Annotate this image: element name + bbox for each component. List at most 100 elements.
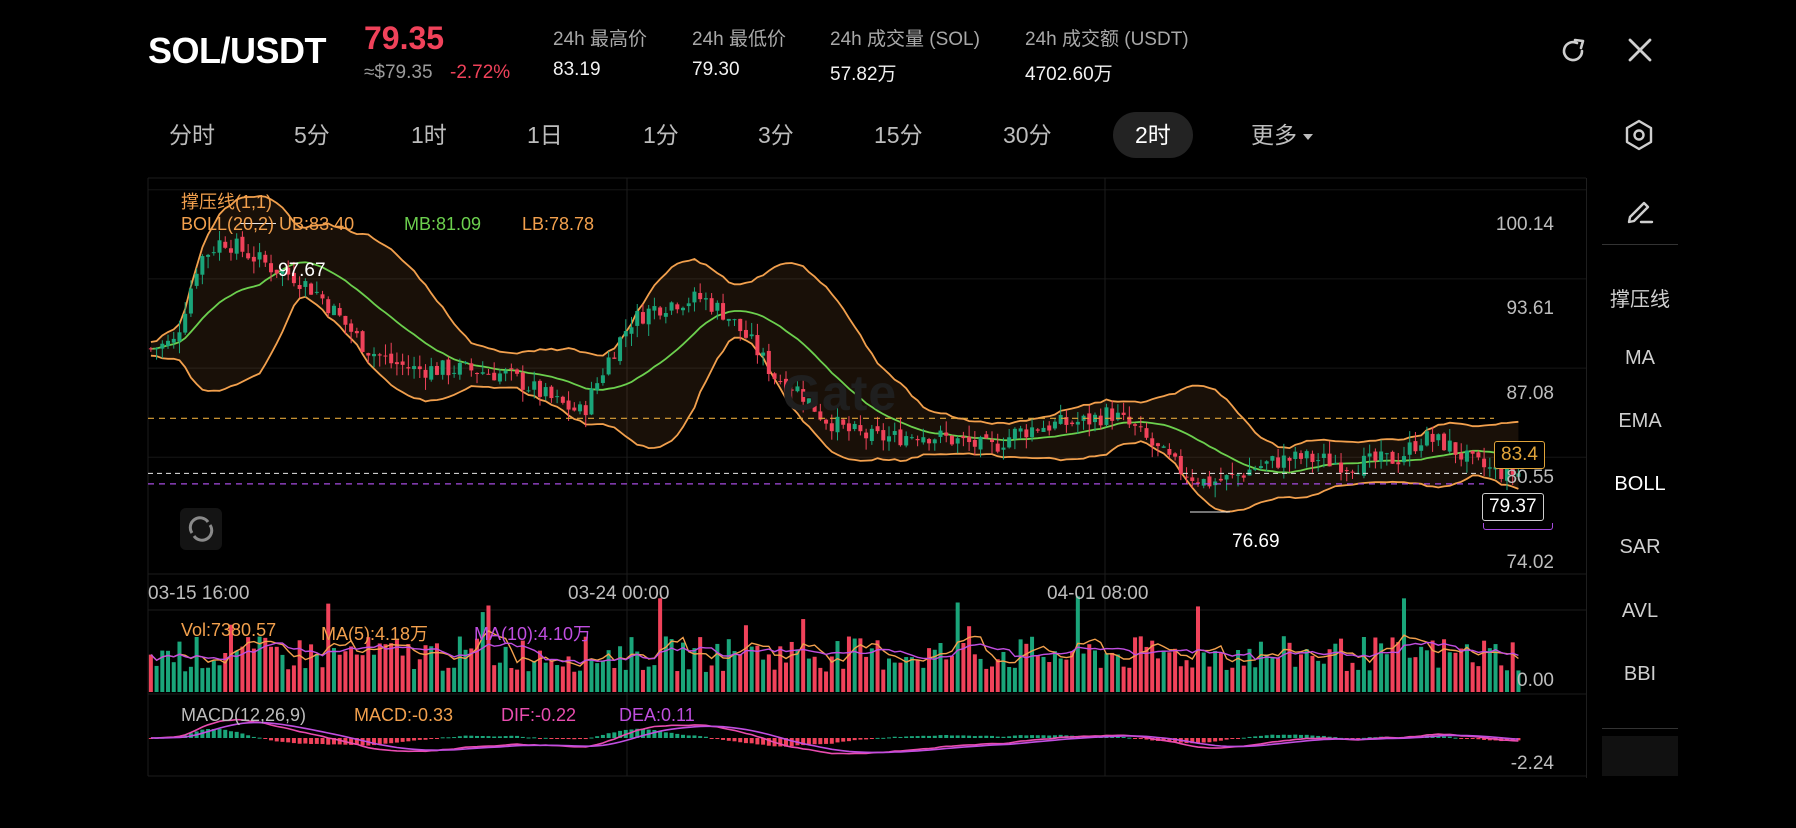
- candle-body: [989, 439, 995, 443]
- macd-bar: [463, 735, 468, 738]
- macd-bar: [726, 738, 731, 741]
- macd-bar: [681, 734, 686, 738]
- indicator-ma[interactable]: MA: [1586, 347, 1694, 370]
- volume-bar: [761, 659, 766, 692]
- pencil-icon[interactable]: [1622, 192, 1658, 228]
- macd-bar: [1047, 735, 1052, 738]
- candle-body: [383, 355, 388, 357]
- candle-body: [612, 357, 617, 359]
- macd-bar: [1310, 735, 1315, 738]
- volume-bar: [612, 667, 617, 692]
- volume-bar: [549, 660, 554, 692]
- kline-chart[interactable]: [0, 0, 1796, 828]
- candle-body: [211, 252, 216, 254]
- candle-body: [915, 438, 920, 441]
- volume-bar: [675, 671, 680, 692]
- macd-bar: [389, 738, 394, 744]
- macd-bar: [841, 738, 846, 742]
- volume-bar: [1104, 653, 1109, 692]
- volume-bar: [892, 662, 897, 692]
- candle-body: [1058, 414, 1063, 424]
- macd-bar: [423, 738, 428, 740]
- volume-bar: [869, 648, 874, 692]
- candle-body: [1270, 456, 1275, 461]
- volume-bar: [337, 654, 342, 692]
- macd-bar: [732, 738, 737, 742]
- macd-bar: [1258, 735, 1263, 738]
- low-marker: 76.69: [1232, 531, 1280, 552]
- volume-bar: [772, 669, 777, 692]
- macd-bar: [417, 738, 422, 740]
- indicator-ema[interactable]: EMA: [1586, 410, 1694, 433]
- candle-body: [1030, 427, 1035, 438]
- volume-bar: [732, 651, 737, 692]
- candle-body: [171, 338, 176, 343]
- macd-bar: [612, 732, 617, 738]
- volume-bar: [200, 668, 205, 692]
- macd-bar: [1442, 736, 1447, 738]
- volume-bar: [989, 666, 995, 692]
- candle-body: [366, 353, 371, 356]
- candle-body: [595, 383, 600, 391]
- volume-bar: [1218, 653, 1223, 692]
- volume-bar: [286, 669, 291, 692]
- candle-body: [944, 432, 949, 436]
- macd-bar: [1304, 734, 1309, 738]
- macd-bar: [715, 738, 720, 739]
- macd-bar: [984, 735, 989, 738]
- indicator-avl[interactable]: AVL: [1586, 600, 1694, 623]
- candle-body: [623, 331, 628, 337]
- candle-body: [251, 256, 256, 262]
- volume-bar: [211, 660, 216, 692]
- volume-bar: [881, 669, 886, 692]
- macd-bar: [955, 735, 960, 738]
- volume-bar: [1121, 666, 1126, 692]
- macd-bar: [1133, 738, 1138, 739]
- indicator-sar[interactable]: SAR: [1586, 536, 1694, 559]
- macd-bar: [251, 736, 256, 738]
- candle-body: [1344, 470, 1349, 472]
- candle-body: [1453, 442, 1458, 455]
- candle-body: [755, 335, 760, 356]
- boll-lb-label: LB:78.78: [522, 214, 595, 234]
- volume-bar: [1350, 662, 1355, 692]
- chart-reset-button[interactable]: [180, 508, 222, 550]
- macd-bar: [1030, 735, 1035, 738]
- volume-bar: [486, 605, 491, 692]
- candle-body: [852, 423, 857, 430]
- candle-body: [1161, 446, 1166, 448]
- indicator-bbi[interactable]: BBI: [1586, 663, 1694, 686]
- volume-bar: [801, 619, 806, 692]
- volume-bar: [1253, 667, 1258, 692]
- volume-bar: [858, 638, 863, 692]
- macd-bar: [217, 728, 222, 738]
- last-price-tag: 79.37: [1482, 493, 1544, 521]
- candle-body: [1047, 425, 1052, 431]
- candle-body: [909, 437, 914, 439]
- candle-body: [320, 294, 325, 299]
- volume-bar: [1081, 653, 1086, 692]
- reset-icon: [188, 516, 214, 542]
- macd-bar: [263, 738, 268, 739]
- volume-bar: [640, 669, 645, 692]
- volume-bar: [1207, 666, 1212, 692]
- volume-bar: [1098, 667, 1103, 692]
- volume-bar: [743, 625, 748, 692]
- macd-bar: [1218, 738, 1223, 741]
- candle-body: [1155, 443, 1160, 447]
- candle-body: [1253, 468, 1258, 470]
- candle-body: [583, 405, 588, 416]
- volume-bar: [406, 644, 411, 692]
- volume-bar: [349, 646, 354, 692]
- macd-bar: [234, 731, 239, 738]
- candle-body: [1224, 475, 1229, 480]
- macd-bar: [818, 738, 823, 745]
- volume-bar: [1047, 662, 1052, 692]
- candle-body: [566, 400, 571, 410]
- volume-bar: [1201, 652, 1206, 692]
- candle-body: [154, 348, 159, 350]
- candle-body: [1430, 433, 1435, 442]
- indicator-boll[interactable]: BOLL: [1586, 473, 1694, 496]
- macd-bar: [1127, 737, 1132, 739]
- indicator-sr[interactable]: 撑压线: [1586, 283, 1694, 312]
